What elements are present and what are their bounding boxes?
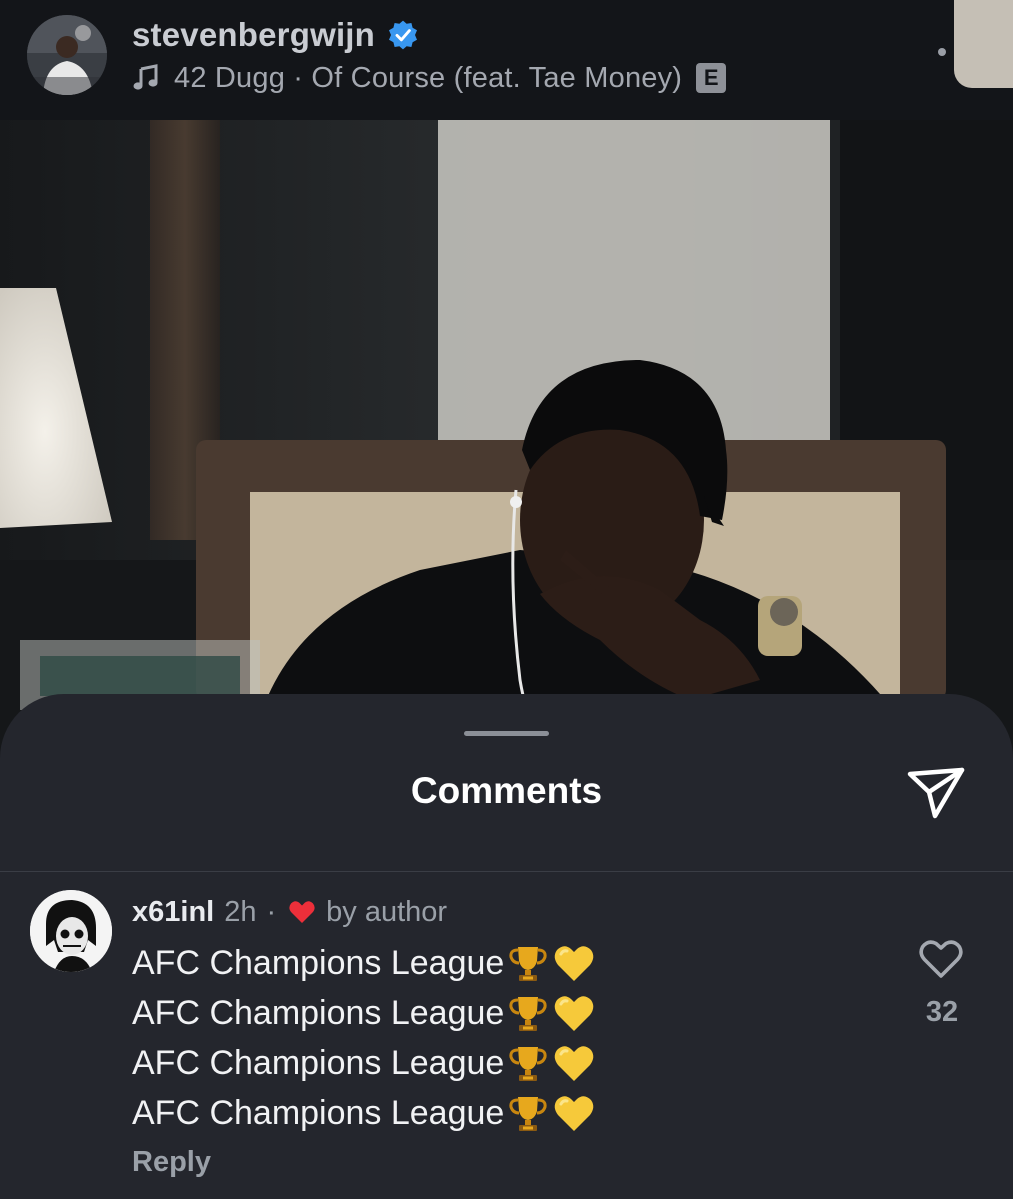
comment-line-text: AFC Champions League [132,943,505,982]
username-row: stevenbergwijn [132,14,419,56]
instagram-reel-comments-screen: stevenbergwijn 42 Dugg · Of Course (feat… [0,0,1013,1199]
red-heart-icon [289,901,315,923]
comment-line: AFC Champions League [132,1038,596,1088]
paper-plane-icon[interactable] [905,764,967,820]
yellow-heart-emoji-icon [555,1046,594,1081]
commenter-username[interactable]: x61inl [132,896,214,929]
comments-title: Comments [410,770,603,811]
comment-text: AFC Champions League AFC Champions Leagu… [132,938,596,1138]
trophy-emoji-icon [509,997,547,1031]
thumbnail-preview [954,0,1013,88]
meta-separator: · [266,895,277,928]
liked-by-author-label: by author [326,895,448,928]
commenter-avatar[interactable] [30,890,112,972]
header-divider [0,871,1013,872]
post-image [0,120,1013,760]
verified-badge-icon [389,20,418,50]
yellow-heart-emoji-icon [555,1096,594,1131]
music-note-icon [133,64,158,90]
username[interactable]: stevenbergwijn [132,16,375,54]
comment-timestamp: 2h [224,895,257,928]
comment-meta: x61inl 2h · by author [132,892,447,932]
comment-line: AFC Champions League [132,938,596,988]
reply-button[interactable]: Reply [132,1146,211,1179]
heart-outline-icon[interactable] [918,938,964,980]
comment-line-text: AFC Champions League [132,1093,505,1132]
like-count: 32 [925,996,959,1028]
explicit-badge: E [696,63,727,93]
comment-line: AFC Champions League [132,1088,596,1138]
yellow-heart-emoji-icon [555,946,594,981]
comment-line: AFC Champions League [132,988,596,1038]
trophy-emoji-icon [509,947,547,981]
post-header: stevenbergwijn 42 Dugg · Of Course (feat… [0,0,1013,120]
music-row[interactable]: 42 Dugg · Of Course (feat. Tae Money) E [132,58,727,98]
profile-avatar[interactable] [27,15,107,95]
sheet-grabber-handle[interactable] [464,731,549,736]
trophy-emoji-icon [509,1047,547,1081]
trophy-emoji-icon [509,1097,547,1131]
comment-line-text: AFC Champions League [132,993,505,1032]
more-options-icon[interactable] [938,48,946,56]
comments-sheet: Comments x61inl 2h · by author AFC Champ… [0,694,1013,1199]
music-track-label: 42 Dugg · Of Course (feat. Tae Money) [174,61,683,94]
comment-line-text: AFC Champions League [132,1043,505,1082]
yellow-heart-emoji-icon [555,996,594,1031]
